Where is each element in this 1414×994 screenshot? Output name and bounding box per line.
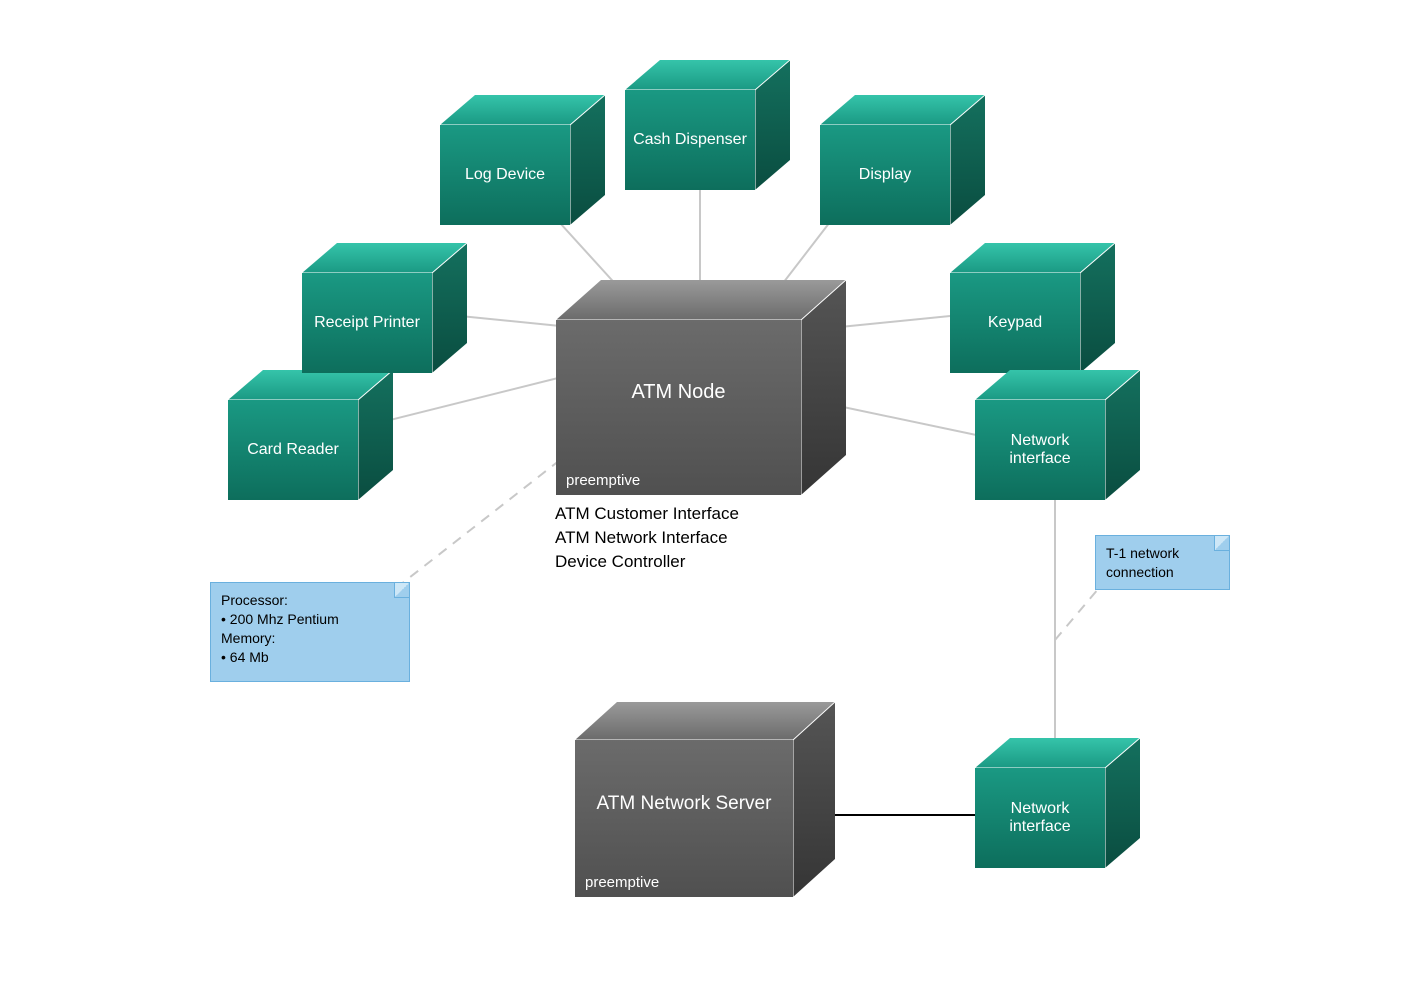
- node-label: ATM Network Server: [597, 793, 772, 815]
- note-line: Processor:: [221, 591, 399, 610]
- node-sublabel: preemptive: [585, 874, 659, 891]
- node-label: ATM Node: [631, 381, 725, 404]
- node-label: Log Device: [465, 166, 545, 184]
- note-line: Memory:: [221, 629, 399, 648]
- node-label: Keypad: [988, 314, 1042, 332]
- note-line: connection: [1106, 563, 1219, 582]
- node-label: Network interface: [979, 432, 1101, 468]
- caption-line: ATM Customer Interface: [555, 502, 739, 526]
- deployment-diagram: Card Reader Receipt Printer Log Device: [0, 0, 1414, 994]
- caption-line: ATM Network Interface: [555, 526, 739, 550]
- node-label: Card Reader: [247, 441, 339, 459]
- node-label: Display: [859, 166, 911, 184]
- note-line: • 200 Mhz Pentium: [221, 610, 399, 629]
- node-label: Cash Dispenser: [633, 131, 747, 149]
- note-line: • 64 Mb: [221, 648, 399, 667]
- node-sublabel: preemptive: [566, 472, 640, 489]
- note-fold-icon: [1214, 536, 1229, 551]
- note-line: T-1 network: [1106, 544, 1219, 563]
- caption-line: Device Controller: [555, 550, 739, 574]
- note-t1-connection: T-1 network connection: [1095, 535, 1230, 590]
- atm-node-caption: ATM Customer Interface ATM Network Inter…: [555, 502, 739, 573]
- note-fold-icon: [394, 583, 409, 598]
- note-processor: Processor: • 200 Mhz Pentium Memory: • 6…: [210, 582, 410, 682]
- node-label: Network interface: [979, 800, 1101, 836]
- node-label: Receipt Printer: [314, 314, 420, 332]
